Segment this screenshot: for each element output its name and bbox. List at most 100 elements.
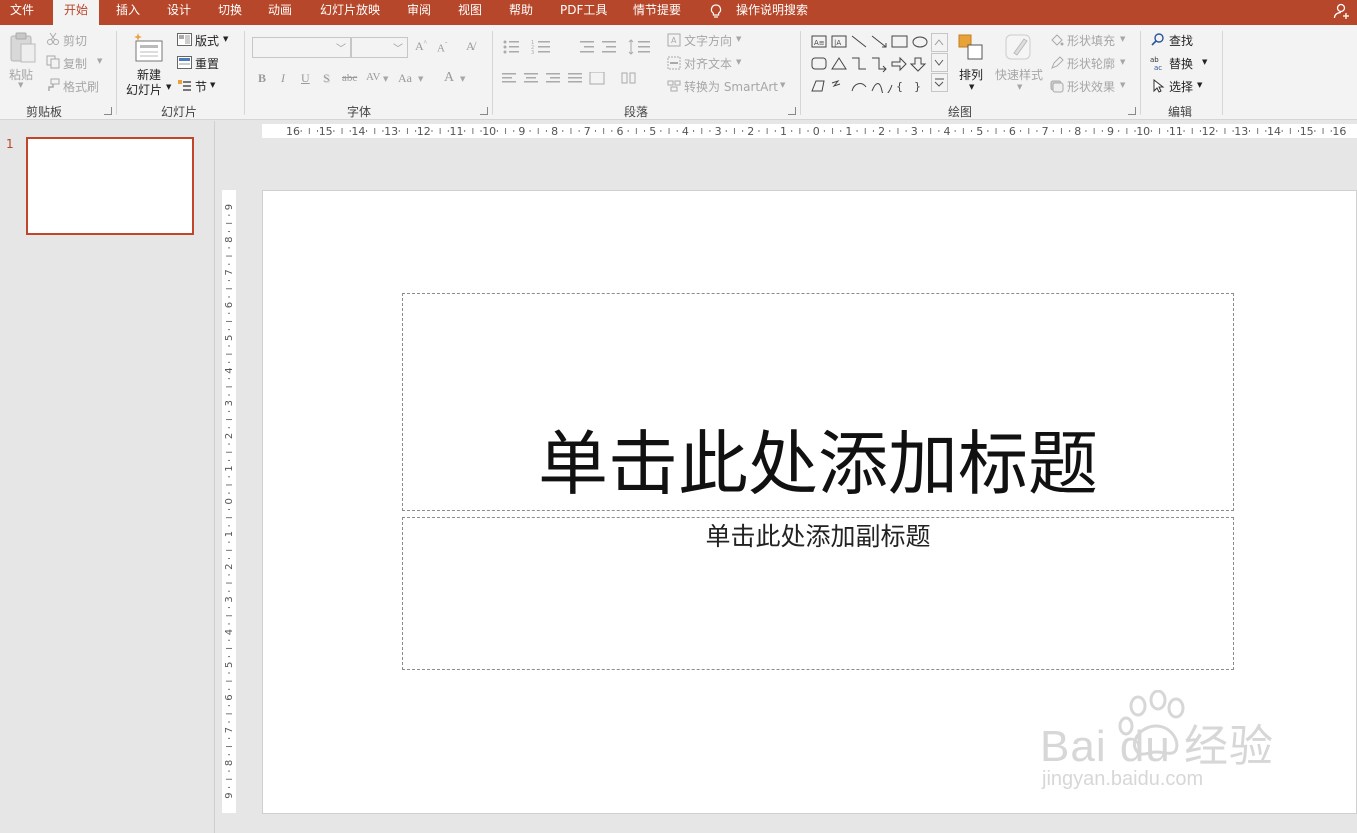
lightbulb-icon [710,4,722,18]
tab-help[interactable]: 帮助 [509,0,533,25]
font-size-combo[interactable]: ﹀ [351,37,408,58]
font-launcher-icon[interactable] [480,107,488,115]
layout-button[interactable]: 版式 [195,32,219,49]
title-placeholder[interactable]: 单击此处添加标题 [402,293,1234,511]
ruler-label: 10 [1136,125,1150,138]
shapes-gallery-scroll[interactable] [931,33,948,93]
tab-insert[interactable]: 插入 [116,0,140,25]
quick-styles-dropdown-icon[interactable]: ▼ [1017,83,1022,91]
arrange-dropdown-icon[interactable]: ▼ [969,83,974,91]
ruler-label: 1 [845,125,852,138]
new-slide-icon[interactable] [131,31,165,65]
italic-button[interactable]: I [281,71,285,86]
drawing-group-label: 绘图 [948,105,973,119]
reset-button[interactable]: 重置 [195,55,219,72]
shape-fill-dropdown-icon[interactable]: ▼ [1120,35,1125,43]
quick-styles-button[interactable]: 快速样式 [995,66,1043,83]
title-placeholder-text[interactable]: 单击此处添加标题 [403,424,1233,504]
case-dropdown-icon[interactable]: ▼ [418,75,423,83]
svg-text:|A: |A [834,39,841,47]
layout-dropdown-icon[interactable]: ▼ [223,35,228,43]
smartart-dropdown-icon[interactable]: ▼ [780,81,785,89]
new-slide-dropdown-icon[interactable]: ▼ [166,83,171,91]
tab-view[interactable]: 视图 [458,0,482,25]
group-divider [1222,31,1223,115]
subtitle-placeholder[interactable]: 单击此处添加副标题 [402,517,1234,670]
shapes-gallery[interactable]: A≡ |A { } [810,33,950,93]
strikethrough-button[interactable]: abc [342,72,357,84]
ruler-label: 8 [1074,125,1081,138]
shape-effects-dropdown-icon[interactable]: ▼ [1120,81,1125,89]
shape-outline-dropdown-icon[interactable]: ▼ [1120,58,1125,66]
paragraph-list-icons[interactable]: 123 [502,39,652,55]
text-shadow-button[interactable]: S [323,71,330,86]
shape-effects-button[interactable]: 形状效果 [1067,78,1115,95]
copy-dropdown-icon[interactable]: ▼ [97,57,102,65]
bold-button[interactable]: B [258,71,266,86]
font-color-button[interactable]: A [444,70,454,86]
text-direction-dropdown-icon[interactable]: ▼ [736,35,741,43]
font-family-combo[interactable]: ﹀ [252,37,351,58]
find-button[interactable]: 查找 [1169,32,1193,49]
tab-home[interactable]: 开始 [53,0,100,25]
tab-animations[interactable]: 动画 [268,0,292,25]
ruler-label: 7 [1042,125,1049,138]
paste-dropdown-icon[interactable]: ▼ [18,81,23,89]
ruler-label: 0 [813,125,820,138]
horizontal-ruler-ticks: 16 15 14 13 12 11 10 9 8 7 6 5 4 3 2 1 0 1 2 3 4 5 6 7 8 9 10 11 12 1… [286,125,1346,138]
align-text-button[interactable]: 对齐文本 [684,55,732,72]
ruler-label: 9 [518,125,525,138]
subtitle-placeholder-text[interactable]: 单击此处添加副标题 [403,518,1233,556]
section-button[interactable]: 节 [195,78,207,95]
copy-button[interactable]: 复制 [63,55,87,72]
character-spacing-button[interactable]: AV [366,71,380,83]
change-case-button[interactable]: Aa [398,71,412,86]
tab-review[interactable]: 审阅 [407,0,431,25]
clear-formatting-icon[interactable]: A̸ [466,39,475,54]
tab-slideshow[interactable]: 幻灯片放映 [320,0,380,25]
tab-storyline[interactable]: 情节提要 [633,0,681,25]
share-user-icon[interactable] [1333,2,1351,20]
clipboard-launcher-icon[interactable] [104,107,112,115]
align-text-dropdown-icon[interactable]: ▼ [736,58,741,66]
ruler-label: 7 [224,269,235,275]
tell-me-search[interactable]: 操作说明搜索 [736,0,808,25]
ruler-label: 16 [286,125,300,138]
tab-transitions[interactable]: 切换 [218,0,242,25]
arrange-icon[interactable] [957,33,985,63]
format-painter-button[interactable]: 格式刷 [63,78,99,95]
quick-styles-icon[interactable] [1004,31,1034,63]
ruler-label: 14 [351,125,365,138]
spacing-dropdown-icon[interactable]: ▼ [383,75,388,83]
font-color-dropdown-icon[interactable]: ▼ [460,75,465,83]
section-dropdown-icon[interactable]: ▼ [210,81,215,89]
replace-dropdown-icon[interactable]: ▼ [1202,58,1207,66]
ruler-label: 6 [617,125,624,138]
text-direction-button[interactable]: 文字方向 [684,32,732,49]
reset-icon [177,56,192,69]
convert-smartart-button[interactable]: 转换为 SmartArt [684,78,778,95]
grow-font-icon[interactable]: A^ [415,39,427,54]
paragraph-align-icons[interactable] [502,72,652,86]
tab-file[interactable]: 文件 [10,0,34,25]
underline-button[interactable]: U [301,71,310,86]
shape-fill-button[interactable]: 形状填充 [1067,32,1115,49]
tab-pdf-tools[interactable]: PDF工具 [560,0,607,25]
shrink-font-icon[interactable]: Aˇ [437,41,447,55]
arrange-button[interactable]: 排列 [959,66,983,83]
replace-button[interactable]: 替换 [1169,55,1193,72]
paste-icon[interactable] [8,31,38,65]
ruler-label: 2 [224,564,235,570]
paragraph-launcher-icon[interactable] [788,107,796,115]
ruler-label: 3 [715,125,722,138]
select-dropdown-icon[interactable]: ▼ [1197,81,1202,89]
ruler-label: 4 [682,125,689,138]
ruler-label: 16 [1332,125,1346,138]
cut-button[interactable]: 剪切 [63,32,87,49]
slide-thumbnail[interactable] [26,137,194,235]
drawing-launcher-icon[interactable] [1128,107,1136,115]
shape-outline-button[interactable]: 形状轮廓 [1067,55,1115,72]
new-slide-label[interactable]: 幻灯片 [126,81,162,98]
tab-design[interactable]: 设计 [167,0,191,25]
select-button[interactable]: 选择 [1169,78,1193,95]
